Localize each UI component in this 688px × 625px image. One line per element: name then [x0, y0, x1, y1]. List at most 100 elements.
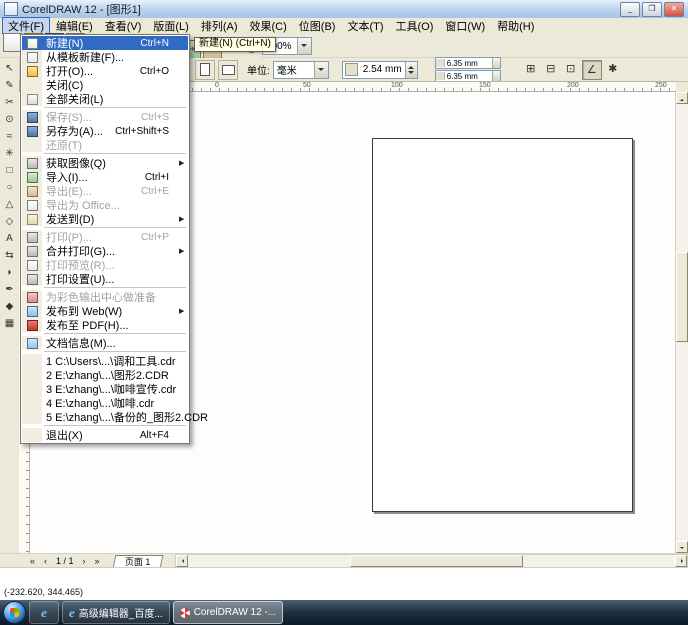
- horizontal-scrollbar[interactable]: [175, 554, 688, 568]
- coreldraw-window: CorelDRAW 12 - [图形1] _ ❐ ✕ 文件(F)编辑(E)查看(…: [0, 0, 688, 625]
- nudge-offset-field[interactable]: 2.54 mm: [342, 61, 418, 79]
- menubar-item[interactable]: 工具(O): [390, 17, 440, 35]
- landscape-orientation-button[interactable]: [218, 60, 238, 80]
- shape-tool[interactable]: ✎: [1, 77, 18, 94]
- spinner-arrows-icon[interactable]: [492, 71, 500, 81]
- interactive-blend-tool[interactable]: ⇆: [1, 247, 18, 264]
- snap-to-grid-icon[interactable]: ⊞: [522, 60, 540, 78]
- zoom-tool[interactable]: ⊙: [1, 111, 18, 128]
- file-menu-item[interactable]: 发布到 Web(W)▶: [22, 304, 188, 318]
- menubar-item[interactable]: 窗口(W): [439, 17, 491, 35]
- outline-tool[interactable]: ✒: [1, 281, 18, 298]
- menu-item-label: 退出(X): [42, 427, 83, 443]
- previous-page-button[interactable]: ‹: [39, 556, 52, 566]
- file-menu-item[interactable]: 5 E:\zhang\...\备份的_图形2.CDR: [22, 410, 188, 424]
- file-menu-item[interactable]: 打开(O)...Ctrl+O: [22, 64, 188, 78]
- smart-drawing-tool[interactable]: ✳: [1, 145, 18, 162]
- ellipse-tool[interactable]: ○: [1, 179, 18, 196]
- close-all-icon: [27, 94, 38, 105]
- file-menu-item[interactable]: 全部关闭(L): [22, 92, 188, 106]
- menu-item-label: 打印设置(U)...: [42, 271, 114, 287]
- ruler-label: 250: [655, 82, 667, 89]
- polygon-tool[interactable]: △: [1, 196, 18, 213]
- fill-tool[interactable]: ◆: [1, 298, 18, 315]
- dropdown-arrow-icon[interactable]: [314, 62, 328, 78]
- nudge-icon: [345, 63, 358, 76]
- pinned-browser-button[interactable]: e: [29, 601, 59, 624]
- file-menu-item[interactable]: 从模板新建(F)...: [22, 50, 188, 64]
- file-menu-item[interactable]: 3 E:\zhang\...\咖啡宣传.cdr: [22, 382, 188, 396]
- vertical-scroll-thumb[interactable]: [676, 252, 688, 342]
- scroll-up-icon[interactable]: [676, 92, 688, 104]
- spinner-arrows-icon[interactable]: [405, 62, 417, 78]
- menu-item-gutter: [22, 184, 42, 198]
- file-menu-item[interactable]: 获取图像(Q)▶: [22, 156, 188, 170]
- drawing-page[interactable]: [372, 138, 633, 512]
- menu-item-label: 发送到(D): [42, 211, 94, 227]
- file-menu-item[interactable]: 发送到(D)▶: [22, 212, 188, 226]
- menubar-item[interactable]: 帮助(H): [491, 17, 540, 35]
- taskbar-button[interactable]: CorelDRAW 12 -...: [173, 601, 283, 624]
- dropdown-arrow-icon[interactable]: [297, 38, 311, 54]
- interactive-fill-tool[interactable]: ▦: [1, 315, 18, 332]
- vertical-scrollbar[interactable]: [675, 92, 688, 553]
- scroll-down-icon[interactable]: [676, 541, 688, 553]
- knife-tool[interactable]: ✂: [1, 94, 18, 111]
- options-icon[interactable]: ✱: [604, 60, 622, 78]
- submenu-arrow-icon: ▶: [179, 159, 188, 167]
- start-button[interactable]: [3, 601, 26, 624]
- nudge-value: 2.54 mm: [360, 64, 405, 75]
- freehand-tool[interactable]: ≈: [1, 128, 18, 145]
- dynamic-guides-icon[interactable]: ∠: [582, 60, 602, 80]
- menu-item-gutter: [22, 428, 42, 442]
- window-title: CorelDRAW 12 - [图形1]: [22, 1, 141, 17]
- page-tab[interactable]: 页面 1: [112, 555, 162, 568]
- file-menu-item[interactable]: 关闭(C): [22, 78, 188, 92]
- rectangle-tool[interactable]: □: [1, 162, 18, 179]
- menubar-item[interactable]: 文本(T): [341, 17, 389, 35]
- pick-tool[interactable]: ↖: [1, 60, 18, 77]
- close-button[interactable]: ✕: [664, 2, 684, 17]
- ruler-label: 0: [215, 82, 219, 89]
- taskbar-button[interactable]: e高级编辑器_百度...: [62, 601, 170, 624]
- file-menu-item[interactable]: 退出(X)Alt+F4: [22, 428, 188, 442]
- menu-item-shortcut: Ctrl+E: [141, 186, 179, 197]
- scroll-right-icon[interactable]: [675, 555, 687, 567]
- text-tool[interactable]: A: [1, 230, 18, 247]
- file-menu-item[interactable]: 发布至 PDF(H)...: [22, 318, 188, 332]
- scroll-left-icon[interactable]: [176, 555, 188, 567]
- eyedropper-tool[interactable]: ◗: [1, 264, 18, 281]
- file-menu-item: 打印(P)...Ctrl+P: [22, 230, 188, 244]
- snap-to-objects-icon[interactable]: ⊡: [562, 60, 580, 78]
- first-page-button[interactable]: «: [26, 556, 39, 566]
- spinner-arrows-icon[interactable]: [492, 58, 500, 68]
- next-page-button[interactable]: ›: [78, 556, 91, 566]
- units-combo[interactable]: 毫米: [273, 61, 329, 79]
- menu-separator: [22, 332, 188, 336]
- file-menu-item[interactable]: 新建(N)Ctrl+N: [22, 36, 188, 50]
- file-menu-item[interactable]: 合并打印(G)...▶: [22, 244, 188, 258]
- menubar-item[interactable]: 位图(B): [293, 17, 342, 35]
- portrait-orientation-button[interactable]: [195, 60, 215, 80]
- basic-shapes-tool[interactable]: ◇: [1, 213, 18, 230]
- file-menu-item[interactable]: 打印设置(U)...: [22, 272, 188, 286]
- duplicate-x-field[interactable]: 6.35 mm: [435, 57, 501, 69]
- file-menu-item[interactable]: 4 E:\zhang\...\咖啡.cdr: [22, 396, 188, 410]
- restore-button[interactable]: ❐: [642, 2, 662, 17]
- duplicate-y-icon: [436, 72, 445, 80]
- ruler-label: 100: [391, 82, 403, 89]
- file-menu-item[interactable]: 2 E:\zhang\...\图形2.CDR: [22, 368, 188, 382]
- minimize-button[interactable]: _: [620, 2, 640, 17]
- horizontal-scroll-thumb[interactable]: [350, 555, 524, 567]
- menu-item-gutter: [22, 64, 42, 78]
- menu-item-gutter: [22, 36, 42, 50]
- file-menu-item[interactable]: 1 C:\Users\...\调和工具.cdr: [22, 354, 188, 368]
- file-menu-item[interactable]: 另存为(A)...Ctrl+Shift+S: [22, 124, 188, 138]
- file-menu-item[interactable]: 导入(I)...Ctrl+I: [22, 170, 188, 184]
- last-page-button[interactable]: »: [91, 556, 104, 566]
- menu-item-gutter: [22, 78, 42, 92]
- units-label: 单位:: [247, 62, 270, 77]
- file-menu-item[interactable]: 文档信息(M)...: [22, 336, 188, 350]
- menu-separator: [22, 152, 188, 156]
- snap-to-guidelines-icon[interactable]: ⊟: [542, 60, 560, 78]
